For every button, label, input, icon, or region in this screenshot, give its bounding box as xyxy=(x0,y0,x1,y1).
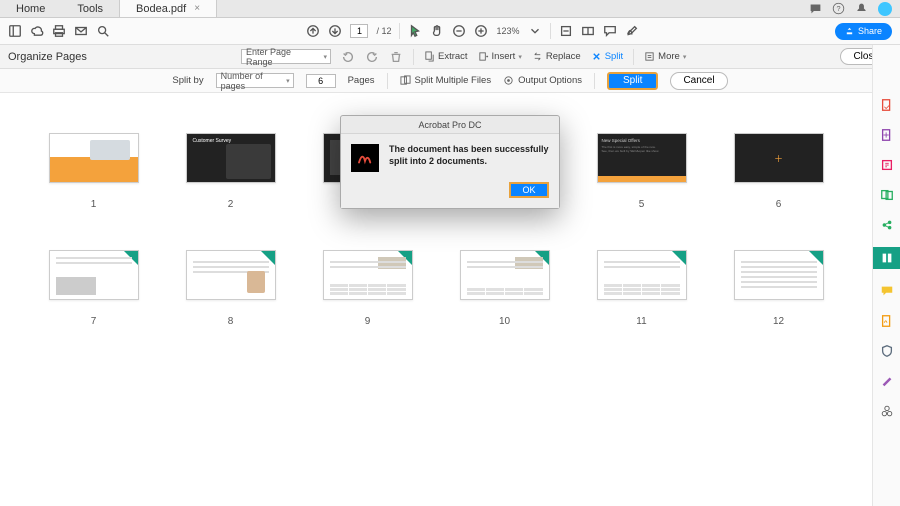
split-method-dropdown[interactable]: Number of pages xyxy=(216,73,294,88)
cancel-button[interactable]: Cancel xyxy=(670,72,727,90)
trash-icon[interactable] xyxy=(389,50,403,64)
tab-home-label: Home xyxy=(16,3,45,15)
page-thumbnail[interactable]: New Special OffersThe first is more easy… xyxy=(588,133,695,210)
separator xyxy=(413,49,414,65)
tab-tools[interactable]: Tools xyxy=(61,0,119,17)
page-range-dropdown[interactable]: Enter Page Range xyxy=(241,49,331,64)
create-pdf-icon[interactable] xyxy=(879,127,895,143)
page-number: 5 xyxy=(639,199,645,210)
page-thumbnail[interactable]: ＋6 xyxy=(725,133,832,210)
split-button[interactable]: Split xyxy=(607,72,658,90)
organize-title: Organize Pages xyxy=(8,51,87,63)
separator xyxy=(633,49,634,65)
page-down-icon[interactable] xyxy=(328,24,342,38)
protect-icon[interactable] xyxy=(879,343,895,359)
fit-width-icon[interactable] xyxy=(559,24,573,38)
page-number-input[interactable] xyxy=(350,24,368,38)
more-tools-icon[interactable] xyxy=(879,403,895,419)
separator xyxy=(550,23,551,39)
page-thumbnail[interactable]: 12 xyxy=(725,250,832,327)
page-thumbnail[interactable]: Customer Survey2 xyxy=(177,133,284,210)
page-thumbnail[interactable]: 1 xyxy=(40,133,147,210)
organize-toolbar: Organize Pages Enter Page Range Extract … xyxy=(0,45,900,69)
tab-bar: Home Tools Bodea.pdf × ? xyxy=(0,0,900,18)
share-label: Share xyxy=(858,26,882,36)
replace-button[interactable]: Replace xyxy=(532,51,581,62)
separator xyxy=(399,23,400,39)
sign-icon[interactable] xyxy=(625,24,639,38)
comment-icon[interactable] xyxy=(603,24,617,38)
rotate-right-icon[interactable] xyxy=(365,50,379,64)
acrobat-icon xyxy=(351,144,379,172)
page-number: 9 xyxy=(365,316,371,327)
mail-icon[interactable] xyxy=(74,24,88,38)
share-button[interactable]: Share xyxy=(835,23,892,40)
dialog-message: The document has been successfully split… xyxy=(389,144,549,172)
zoom-out-icon[interactable] xyxy=(452,24,466,38)
edit-pdf-icon[interactable] xyxy=(879,157,895,173)
split-count-input[interactable] xyxy=(306,74,336,88)
page-thumbnail[interactable]: 7 xyxy=(40,250,147,327)
combine-icon[interactable] xyxy=(879,187,895,203)
separator xyxy=(594,73,595,89)
read-mode-icon[interactable] xyxy=(581,24,595,38)
panel-icon[interactable] xyxy=(8,24,22,38)
ok-button[interactable]: OK xyxy=(509,182,549,198)
search-icon[interactable] xyxy=(96,24,110,38)
fill-sign-icon[interactable] xyxy=(879,313,895,329)
page-total: / 12 xyxy=(376,26,391,36)
organize-tool-icon[interactable] xyxy=(873,247,900,269)
separator xyxy=(387,73,388,89)
output-options-button[interactable]: Output Options xyxy=(503,75,582,86)
comment-tool-icon[interactable] xyxy=(879,283,895,299)
tab-home[interactable]: Home xyxy=(0,0,61,17)
page-up-icon[interactable] xyxy=(306,24,320,38)
bell-icon[interactable] xyxy=(855,2,868,15)
page-thumbnail[interactable]: 11 xyxy=(588,250,695,327)
cloud-icon[interactable] xyxy=(30,24,44,38)
print-icon[interactable] xyxy=(52,24,66,38)
chat-icon[interactable] xyxy=(809,2,822,15)
page-thumbnail[interactable]: 9 xyxy=(314,250,421,327)
success-dialog: Acrobat Pro DC The document has been suc… xyxy=(340,115,560,209)
page-number: 8 xyxy=(228,316,234,327)
page-number: 12 xyxy=(773,316,784,327)
hand-icon[interactable] xyxy=(430,24,444,38)
page-number: 11 xyxy=(636,316,646,327)
tab-document[interactable]: Bodea.pdf × xyxy=(119,0,217,17)
avatar[interactable] xyxy=(878,2,892,16)
page-thumbnail[interactable]: 8 xyxy=(177,250,284,327)
pages-label: Pages xyxy=(348,75,375,86)
redact-icon[interactable] xyxy=(879,373,895,389)
more-button[interactable]: More▾ xyxy=(644,51,686,62)
split-by-label: Split by xyxy=(172,75,203,86)
page-thumbnail[interactable]: 10 xyxy=(451,250,558,327)
main-toolbar: / 12 123% Share xyxy=(0,18,900,45)
right-tool-rail xyxy=(872,45,900,506)
tab-document-label: Bodea.pdf xyxy=(136,3,186,15)
export-pdf-icon[interactable] xyxy=(879,97,895,113)
close-icon[interactable]: × xyxy=(194,3,200,14)
dialog-title: Acrobat Pro DC xyxy=(341,116,559,134)
page-number: 7 xyxy=(91,316,97,327)
chevron-down-icon[interactable] xyxy=(528,24,542,38)
split-multiple-button[interactable]: Split Multiple Files xyxy=(400,75,492,86)
extract-button[interactable]: Extract xyxy=(424,51,468,62)
page-number: 10 xyxy=(499,316,510,327)
share-tool-icon[interactable] xyxy=(879,217,895,233)
zoom-level[interactable]: 123% xyxy=(496,26,519,36)
insert-button[interactable]: Insert▾ xyxy=(478,51,522,62)
zoom-in-icon[interactable] xyxy=(474,24,488,38)
tab-tools-label: Tools xyxy=(77,3,103,15)
svg-text:?: ? xyxy=(836,4,840,13)
split-options-bar: Split by Number of pages Pages Split Mul… xyxy=(0,69,900,93)
page-number: 1 xyxy=(91,199,97,210)
rotate-left-icon[interactable] xyxy=(341,50,355,64)
pointer-icon[interactable] xyxy=(408,24,422,38)
help-icon[interactable]: ? xyxy=(832,2,845,15)
page-number: 2 xyxy=(228,199,234,210)
page-number: 6 xyxy=(776,199,782,210)
split-tool-button[interactable]: Split xyxy=(591,51,623,62)
